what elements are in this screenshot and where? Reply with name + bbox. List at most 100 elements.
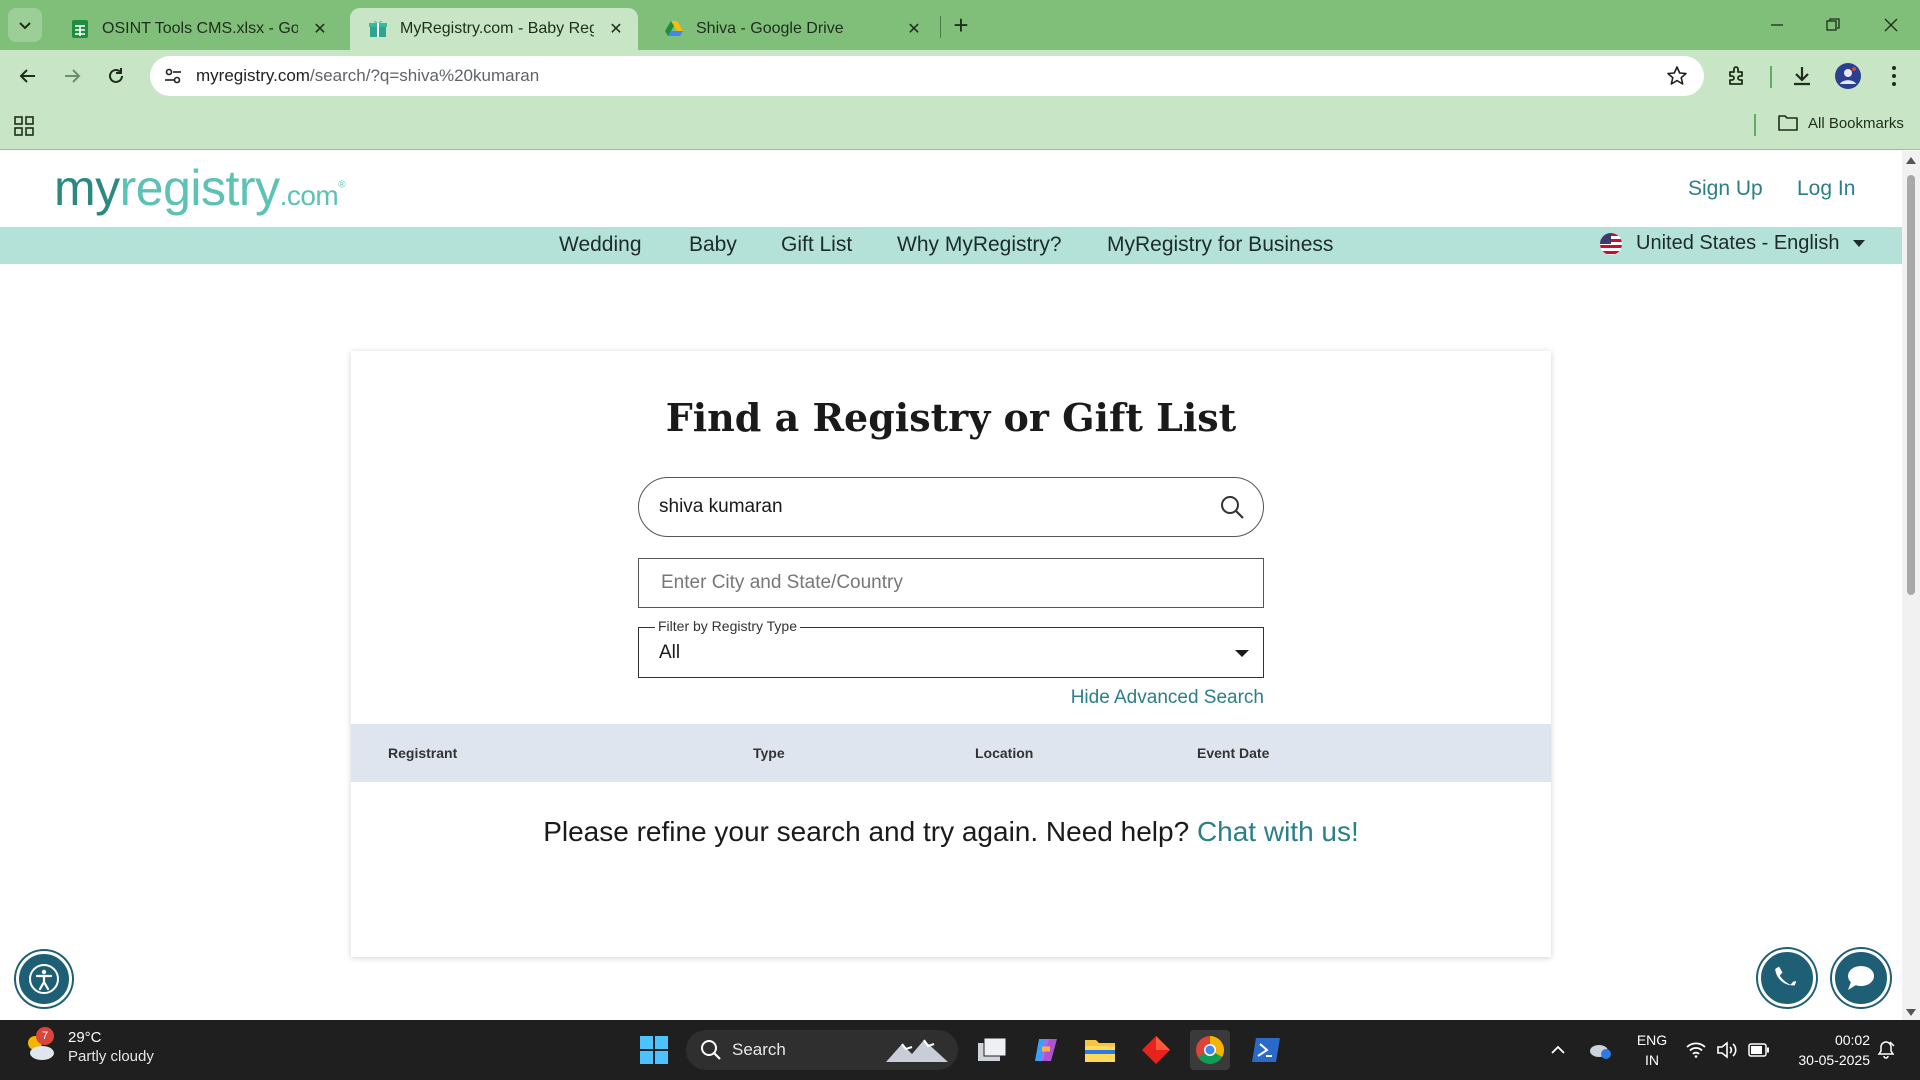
- chat-button[interactable]: [1832, 949, 1890, 1007]
- scroll-up-arrow[interactable]: [1906, 157, 1916, 164]
- nav-item-gift-list[interactable]: Gift List: [781, 233, 852, 257]
- close-window-button[interactable]: [1876, 10, 1906, 40]
- apps-grid-icon[interactable]: [14, 116, 34, 136]
- logo-my: my: [54, 160, 120, 216]
- nav-item-why-myregistry[interactable]: Why MyRegistry?: [897, 233, 1062, 257]
- all-bookmarks-button[interactable]: All Bookmarks: [1778, 114, 1904, 132]
- minimize-icon: [1771, 24, 1783, 26]
- reload-icon: [109, 68, 123, 83]
- battery-status[interactable]: [1748, 1020, 1770, 1080]
- caret-down-icon: [1235, 650, 1249, 657]
- profile-button[interactable]: [1834, 62, 1862, 90]
- myregistry-logo[interactable]: myregistry.com®: [54, 159, 346, 217]
- phone-icon: [1775, 966, 1797, 986]
- cloud-sync-icon: [1590, 1045, 1611, 1059]
- tab-osint-sheet[interactable]: OSINT Tools CMS.xlsx - Google ✕: [52, 8, 342, 50]
- locale-selector[interactable]: United States - English: [1598, 232, 1866, 255]
- input-language-indicator[interactable]: ENG IN: [1636, 1030, 1668, 1070]
- nav-item-baby[interactable]: Baby: [689, 233, 737, 257]
- logo-dotcom: .com: [279, 180, 339, 211]
- bookmark-star-icon[interactable]: [1666, 65, 1688, 87]
- puzzle-icon: [1729, 66, 1743, 85]
- volume-status[interactable]: [1716, 1020, 1738, 1080]
- notification-bell-icon: [1877, 1041, 1895, 1059]
- wifi-icon: [1686, 1042, 1706, 1058]
- address-bar[interactable]: myregistry.com/search/?q=shiva%20kumaran: [150, 56, 1704, 96]
- scroll-down-arrow[interactable]: [1906, 1009, 1916, 1016]
- registrant-search-input[interactable]: shiva kumaran: [638, 477, 1264, 537]
- tab-myregistry[interactable]: MyRegistry.com - Baby Registry ✕: [350, 8, 638, 50]
- tab-separator: [940, 16, 941, 38]
- tab-title: MyRegistry.com - Baby Registry: [400, 20, 594, 37]
- hide-advanced-search-link[interactable]: Hide Advanced Search: [1026, 687, 1264, 709]
- search-icon: [701, 1040, 721, 1060]
- nav-item-business[interactable]: MyRegistry for Business: [1107, 233, 1333, 257]
- windows-logo-icon: [640, 1036, 668, 1064]
- logo-registry: registry: [119, 160, 280, 216]
- notification-center[interactable]: [1876, 1020, 1896, 1080]
- search-query-value: shiva kumaran: [659, 496, 783, 517]
- chrome-icon: [1196, 1036, 1224, 1064]
- toolbar-separator: [1770, 66, 1772, 88]
- column-event-date[interactable]: Event Date: [1197, 745, 1269, 761]
- task-view-button[interactable]: [972, 1030, 1012, 1070]
- restore-icon: [1826, 18, 1840, 31]
- download-icon: [1794, 67, 1810, 86]
- scrollbar-thumb[interactable]: [1907, 175, 1915, 595]
- caret-down-icon: [1853, 240, 1866, 247]
- site-header: myregistry.com® Sign Up Log In: [0, 151, 1902, 227]
- sign-up-link[interactable]: Sign Up: [1688, 177, 1763, 201]
- extensions-button[interactable]: [1724, 62, 1752, 90]
- chrome-button[interactable]: [1190, 1030, 1230, 1070]
- menu-button[interactable]: [1880, 62, 1908, 90]
- google-drive-icon: [665, 21, 683, 36]
- tab-search-button[interactable]: [8, 8, 42, 42]
- terminal-button[interactable]: [1246, 1030, 1286, 1070]
- downloads-button[interactable]: [1788, 62, 1816, 90]
- close-tab-icon[interactable]: ✕: [904, 19, 924, 39]
- start-button[interactable]: [634, 1030, 674, 1070]
- column-location[interactable]: Location: [975, 745, 1033, 761]
- system-clock[interactable]: 00:02 30-05-2025: [1784, 1030, 1870, 1070]
- column-type[interactable]: Type: [753, 745, 785, 761]
- volume-icon: [1717, 1041, 1737, 1059]
- new-tab-button[interactable]: +: [948, 10, 974, 40]
- tab-google-drive[interactable]: Shiva - Google Drive ✕: [646, 8, 936, 50]
- browser-tab-bar: OSINT Tools CMS.xlsx - Google ✕ MyRegist…: [0, 0, 1920, 50]
- url-domain: myregistry.com: [196, 66, 310, 85]
- search-icon[interactable]: [1219, 494, 1245, 520]
- registry-type-select[interactable]: Filter by Registry Type All: [638, 618, 1264, 678]
- more-vertical-icon: [1892, 66, 1896, 86]
- column-registrant[interactable]: Registrant: [388, 745, 457, 761]
- forward-button[interactable]: [56, 60, 88, 92]
- weather-badge: 7: [36, 1027, 54, 1045]
- weather-widget[interactable]: 7 29°C Partly cloudy: [22, 1027, 154, 1066]
- log-in-link[interactable]: Log In: [1797, 177, 1855, 201]
- accessibility-button[interactable]: [16, 951, 72, 1007]
- red-app-button[interactable]: [1136, 1030, 1176, 1070]
- page-scrollbar[interactable]: [1902, 151, 1920, 1020]
- city-state-input[interactable]: Enter City and State/Country: [638, 558, 1264, 608]
- windows-taskbar: 7 29°C Partly cloudy Search ENG IN 00:02…: [0, 1020, 1920, 1080]
- restore-button[interactable]: [1818, 10, 1848, 40]
- close-tab-icon[interactable]: ✕: [310, 19, 330, 39]
- task-view-icon: [978, 1037, 1007, 1061]
- bookmarks-separator: [1754, 114, 1756, 136]
- weather-condition: Partly cloudy: [68, 1048, 154, 1065]
- folder-icon: [1778, 115, 1798, 131]
- file-explorer-button[interactable]: [1080, 1030, 1120, 1070]
- wifi-status[interactable]: [1686, 1020, 1706, 1080]
- chat-with-us-link[interactable]: Chat with us!: [1197, 816, 1359, 847]
- accessibility-icon: [29, 964, 59, 994]
- back-button[interactable]: [12, 60, 44, 92]
- show-hidden-icons[interactable]: [1550, 1020, 1566, 1080]
- minimize-button[interactable]: [1762, 10, 1792, 40]
- battery-icon: [1748, 1043, 1769, 1057]
- taskbar-search[interactable]: Search: [686, 1030, 958, 1070]
- copilot-button[interactable]: [1026, 1030, 1066, 1070]
- reload-button[interactable]: [100, 60, 132, 92]
- nav-item-wedding[interactable]: Wedding: [559, 233, 642, 257]
- close-tab-icon[interactable]: ✕: [606, 19, 626, 39]
- phone-button[interactable]: [1758, 949, 1816, 1007]
- onedrive-tray-icon[interactable]: [1588, 1020, 1612, 1080]
